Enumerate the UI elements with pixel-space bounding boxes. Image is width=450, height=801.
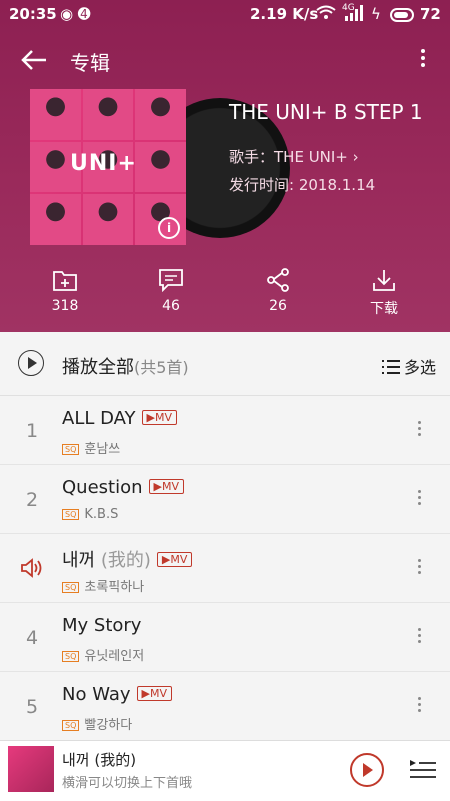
sq-badge: SQ xyxy=(62,444,80,455)
play-all-label[interactable]: 播放全部(共5首) xyxy=(62,353,189,379)
share-count: 26 xyxy=(269,298,287,314)
add-folder-icon xyxy=(53,271,77,291)
album-actions: 318 46 26 下载 xyxy=(0,268,450,328)
network-speed: 2.19 K/s xyxy=(250,5,319,23)
more-options-icon[interactable] xyxy=(418,46,428,76)
track-title: 내꺼 (我的) ▶MV xyxy=(62,546,193,572)
album-artist[interactable]: 歌手：THE UNI+ › xyxy=(229,146,359,167)
speaker-playing-icon xyxy=(20,558,44,582)
cover-logo: UNI+ xyxy=(70,151,137,176)
download-icon xyxy=(373,270,395,291)
track-title: Question ▶MV xyxy=(62,477,184,498)
sq-badge: SQ xyxy=(62,651,80,662)
track-artist: SQ 초록픽하나 xyxy=(62,576,144,595)
track-artist: SQ 훈남쓰 xyxy=(62,438,120,457)
wifi-icon xyxy=(316,5,336,25)
now-playing-title: 내꺼 (我的) xyxy=(62,751,137,769)
album-cover[interactable]: UNI+ i xyxy=(30,89,186,245)
comment-count: 46 xyxy=(162,298,180,314)
track-number: 2 xyxy=(26,489,39,511)
mv-badge[interactable]: ▶MV xyxy=(141,410,178,425)
info-icon[interactable]: i xyxy=(158,217,180,239)
track-row-4[interactable]: 4 My Story SQ 유닛레인저 xyxy=(0,603,450,672)
collect-button[interactable]: 318 xyxy=(35,268,95,314)
comment-button[interactable]: 46 xyxy=(141,268,201,314)
play-all-bar[interactable]: 播放全部(共5首) 多选 xyxy=(0,332,450,396)
comment-icon xyxy=(159,269,183,292)
track-more-icon[interactable] xyxy=(418,487,422,508)
title-bar: 专辑 xyxy=(0,40,450,80)
track-row-3[interactable]: 내꺼 (我的) ▶MV SQ 초록픽하나 xyxy=(0,534,450,603)
mv-badge[interactable]: ▶MV xyxy=(136,686,173,701)
album-artist-label: 歌手：THE UNI+ xyxy=(229,148,348,166)
download-label: 下载 xyxy=(370,301,398,317)
track-title: My Story xyxy=(62,615,142,636)
battery-level: 72 xyxy=(420,5,441,23)
sq-badge: SQ xyxy=(62,509,80,520)
album-release-date: 发行时间: 2018.1.14 xyxy=(229,176,376,194)
share-button[interactable]: 26 xyxy=(248,268,308,314)
track-more-icon[interactable] xyxy=(418,418,422,439)
track-artist: SQ 유닛레인저 xyxy=(62,645,144,664)
track-number: 5 xyxy=(26,696,39,718)
signal-icon xyxy=(344,5,364,25)
page-title: 专辑 xyxy=(70,51,110,75)
track-number: 4 xyxy=(26,627,39,649)
list-icon xyxy=(381,360,400,374)
track-row-1[interactable]: 1 ALL DAY ▶MV SQ 훈남쓰 xyxy=(0,396,450,465)
multi-select-label: 多选 xyxy=(403,358,436,377)
play-circle-icon[interactable] xyxy=(18,350,44,376)
back-arrow-icon[interactable] xyxy=(20,48,48,72)
status-time: 20:35 xyxy=(9,5,57,23)
track-more-icon[interactable] xyxy=(418,625,422,646)
mini-player[interactable]: 내꺼 (我的) 横滑可以切换上下首哦 xyxy=(0,740,450,801)
track-more-icon[interactable] xyxy=(418,694,422,715)
share-icon xyxy=(267,268,289,292)
chevron-right-icon: › xyxy=(352,148,359,166)
track-panel: 播放全部(共5首) 多选 1 ALL DAY ▶MV SQ 훈남쓰 2 Questi… xyxy=(0,332,450,741)
collect-count: 318 xyxy=(51,298,79,314)
playlist-queue-icon[interactable] xyxy=(410,758,436,780)
sq-badge: SQ xyxy=(62,582,80,593)
track-row-5[interactable]: 5 No Way ▶MV SQ 빨강하다 xyxy=(0,672,450,741)
track-list: 1 ALL DAY ▶MV SQ 훈남쓰 2 Question ▶MV SQ K.B.S… xyxy=(0,396,450,741)
app-notification-icon: ◉ ➍ xyxy=(60,5,91,23)
track-artist: SQ K.B.S xyxy=(62,507,118,522)
track-number: 1 xyxy=(26,420,39,442)
battery-icon xyxy=(390,8,416,26)
track-title: No Way ▶MV xyxy=(62,684,173,705)
sq-badge: SQ xyxy=(62,720,80,731)
mv-badge[interactable]: ▶MV xyxy=(156,552,193,567)
track-row-2[interactable]: 2 Question ▶MV SQ K.B.S xyxy=(0,465,450,534)
album-header: 20:35 ◉ ➍ 2.19 K/s 4G ϟ 72 专辑 UNI+ i THE… xyxy=(0,0,450,332)
mini-player-cover[interactable] xyxy=(8,746,54,792)
track-more-icon[interactable] xyxy=(418,556,422,577)
mv-badge[interactable]: ▶MV xyxy=(148,479,184,494)
charging-icon: ϟ xyxy=(371,5,381,23)
play-all-text: 播放全部 xyxy=(62,357,134,378)
track-count: (共5首) xyxy=(134,358,189,377)
play-button[interactable] xyxy=(350,753,384,787)
album-title: THE UNI+ B STEP 1 xyxy=(229,100,423,124)
multi-select-button[interactable]: 多选 xyxy=(381,354,436,378)
track-title: ALL DAY ▶MV xyxy=(62,408,178,429)
swipe-hint: 横滑可以切换上下首哦 xyxy=(62,776,193,791)
status-bar: 20:35 ◉ ➍ 2.19 K/s 4G ϟ 72 xyxy=(0,0,450,30)
download-button[interactable]: 下载 xyxy=(354,268,414,318)
track-artist: SQ 빨강하다 xyxy=(62,714,132,733)
